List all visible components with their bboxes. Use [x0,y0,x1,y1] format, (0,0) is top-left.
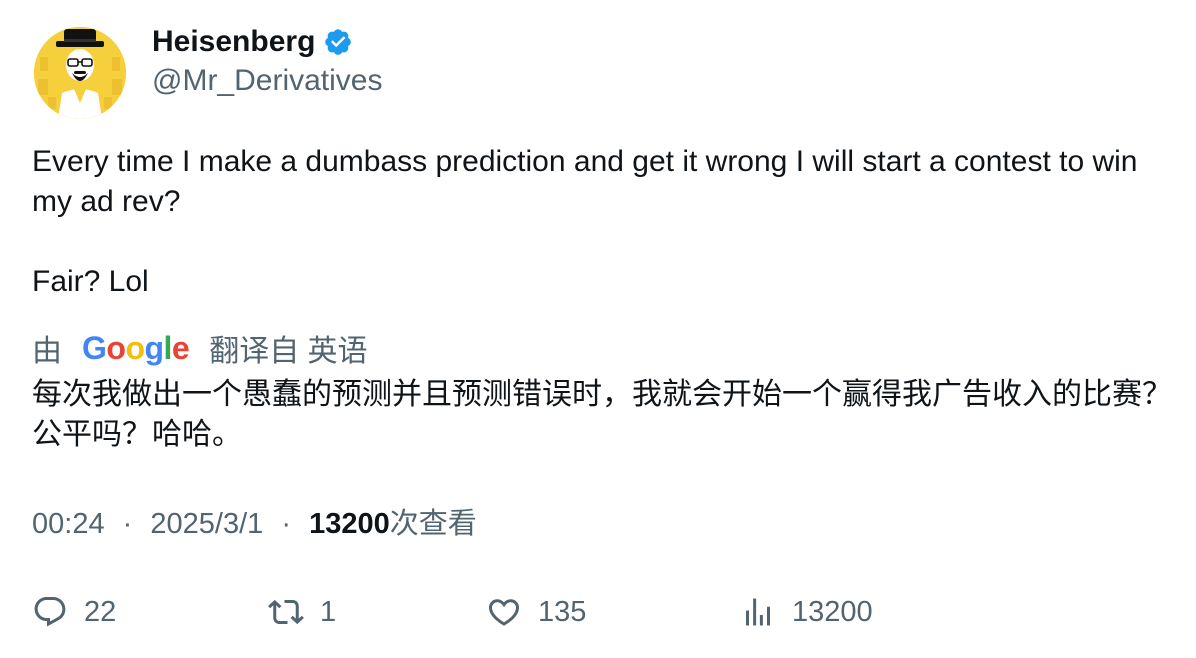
views-action-count: 13200 [792,595,873,628]
views-label: 次查看 [389,508,477,540]
like-count: 135 [538,595,587,628]
views-count: 13200 [309,508,390,540]
tweet-meta: 00:24 · 2025/3/1 · 13200次查看 [32,504,477,544]
views-button[interactable]: 13200 [740,590,873,634]
tweet-actions: 22 1 135 13200 [32,590,1172,634]
translation-suffix: 翻译自 英语 [209,335,368,368]
author-handle[interactable]: @Mr_Derivatives [152,62,383,100]
tweet-paragraph: Fair? Lol [32,265,149,298]
meta-separator: · [281,508,291,540]
google-logo: Google [82,329,190,366]
tweet-paragraph: Every time I make a dumbass prediction a… [32,145,1138,218]
retweet-icon [268,599,304,625]
tweet-text: Every time I make a dumbass prediction a… [32,142,1172,302]
translation-attribution[interactable]: 由 Google 翻译自 英语 [32,327,368,369]
analytics-icon [746,598,770,626]
like-button[interactable]: 135 [486,590,586,634]
heart-icon [488,599,520,626]
verified-badge-icon [325,29,352,55]
reply-icon [34,597,66,627]
tweet-date[interactable]: 2025/3/1 [150,508,263,540]
tweet-card: Heisenberg @Mr_Derivatives Every time I … [0,0,1196,658]
translated-text: 每次我做出一个愚蠢的预测并且预测错误时，我就会开始一个赢得我广告收入的比赛？ 公… [32,378,1172,451]
meta-separator: · [122,508,133,540]
reply-button[interactable]: 22 [32,590,116,634]
tweet-time[interactable]: 00:24 [32,508,105,540]
retweet-button[interactable]: 1 [268,590,336,634]
heisenberg-avatar-icon [34,27,126,119]
display-name[interactable]: Heisenberg [152,22,315,62]
retweet-count: 1 [320,595,337,628]
avatar[interactable] [34,27,126,119]
translation-prefix: 由 [32,335,62,368]
author-name-row: Heisenberg [152,22,353,62]
reply-count: 22 [84,595,117,628]
